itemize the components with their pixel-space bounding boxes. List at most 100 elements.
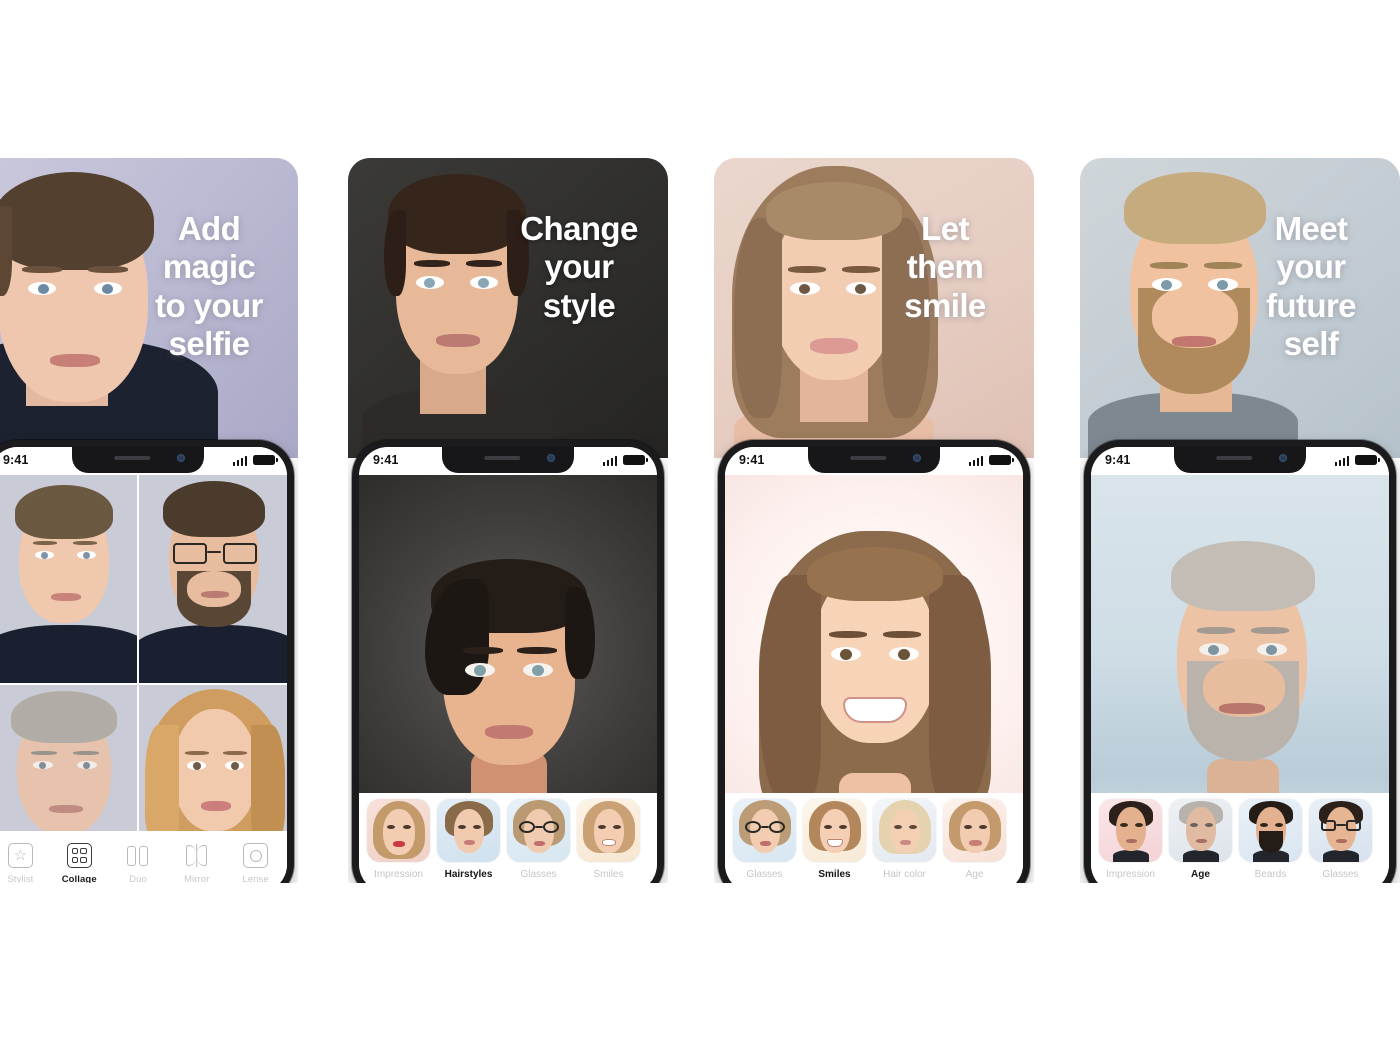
signal-bars-icon: [1334, 456, 1349, 466]
grid-four-icon: [66, 843, 92, 868]
phone-screen-1: 9:41 ☆ Stylist Collage Duo Mirror Lense: [0, 447, 287, 883]
carousel-item-hairstyles[interactable]: Hairstyles: [437, 799, 500, 880]
app-canvas-3[interactable]: Glasses Smiles Hair color Age: [725, 475, 1023, 883]
hero-artwork-1: Add magic to your selfie: [0, 158, 298, 458]
notch-3: [808, 447, 940, 473]
store-panel-meet-future-self: Meet your future self 9:41 Impression Ag…: [1080, 158, 1400, 883]
carousel-label-glasses: Glasses: [1322, 869, 1359, 880]
carousel-label-beards: Beards: [1254, 869, 1287, 880]
tagline-3: Let them smile: [904, 210, 986, 324]
collage-cell-glasses-beard[interactable]: [139, 475, 287, 683]
carousel-label-hairstyles: Hairstyles: [444, 869, 493, 880]
tab-mirror[interactable]: Mirror: [167, 843, 226, 883]
battery-full-icon: [1355, 455, 1380, 465]
carousel-thumb-beards[interactable]: [1239, 799, 1302, 862]
carousel-item-age[interactable]: Age: [943, 799, 1006, 880]
editor-tabbar[interactable]: ☆ Stylist Collage Duo Mirror Lense: [0, 831, 287, 883]
signal-bars-icon: [602, 456, 617, 466]
style-carousel-smiles[interactable]: Glasses Smiles Hair color Age: [725, 793, 1023, 883]
carousel-thumb-age[interactable]: [943, 799, 1006, 862]
earpiece-speaker-icon: [1216, 456, 1253, 460]
phone-mock-4: 9:41 Impression Age Beards Glasses: [1084, 440, 1396, 883]
glasses-icon: [1321, 820, 1361, 832]
carousel-thumb-hairstyles[interactable]: [437, 799, 500, 862]
tab-stylist[interactable]: ☆ Stylist: [0, 843, 50, 883]
carousel-item-glasses[interactable]: Glasses: [507, 799, 570, 880]
phone-mock-3: 9:41 Glasses Smiles Hair color Age: [718, 440, 1030, 883]
carousel-thumb-smiles[interactable]: [803, 799, 866, 862]
carousel-item-smiles[interactable]: Smiles: [803, 799, 866, 880]
carousel-thumb-glasses[interactable]: [733, 799, 796, 862]
mirror-icon: [184, 843, 209, 868]
carousel-item-glasses[interactable]: Glasses: [733, 799, 796, 880]
front-camera-icon: [177, 454, 185, 462]
status-time: 9:41: [739, 453, 765, 467]
carousel-label-smiles: Smiles: [593, 869, 624, 880]
carousel-item-age[interactable]: Age: [1169, 799, 1232, 880]
smile-mouth: [843, 697, 907, 723]
tab-duo[interactable]: Duo: [109, 843, 168, 883]
carousel-label-glasses: Glasses: [746, 869, 783, 880]
carousel-item-impression[interactable]: Impression: [367, 799, 430, 880]
carousel-label-impression: Impression: [1106, 869, 1155, 880]
hero-artwork-2: Change your style: [348, 158, 668, 458]
style-carousel-age[interactable]: Impression Age Beards Glasses: [1091, 793, 1389, 883]
carousel-item-hair-color[interactable]: Hair color: [873, 799, 936, 880]
carousel-thumb-hair-color[interactable]: [873, 799, 936, 862]
tab-collage[interactable]: Collage: [50, 843, 109, 883]
status-bar-3: 9:41: [725, 447, 1023, 475]
tagline-2: Change your style: [520, 210, 638, 324]
signal-bars-icon: [232, 456, 247, 466]
battery-full-icon: [253, 455, 278, 465]
carousel-thumb-age[interactable]: [1169, 799, 1232, 862]
hero-artwork-4: Meet your future self: [1080, 158, 1400, 458]
tagline-1: Add magic to your selfie: [155, 210, 263, 362]
phone-screen-4: 9:41 Impression Age Beards Glasses: [1091, 447, 1389, 883]
status-bar-4: 9:41: [1091, 447, 1389, 475]
app-canvas-4[interactable]: Impression Age Beards Glasses: [1091, 475, 1389, 883]
phone-screen-3: 9:41 Glasses Smiles Hair color Age: [725, 447, 1023, 883]
status-time: 9:41: [373, 453, 399, 467]
lens-circle-icon: [243, 843, 269, 868]
app-canvas-1[interactable]: ☆ Stylist Collage Duo Mirror Lense: [0, 475, 287, 883]
carousel-label-hair-color: Hair color: [883, 869, 926, 880]
carousel-item-beards[interactable]: Beards: [1239, 799, 1302, 880]
status-bar-1: 9:41: [0, 447, 287, 475]
front-camera-icon: [547, 454, 555, 462]
battery-full-icon: [989, 455, 1014, 465]
tab-label-mirror: Mirror: [184, 874, 210, 883]
carousel-thumb-impression[interactable]: [1099, 799, 1162, 862]
carousel-item-glasses[interactable]: Glasses: [1309, 799, 1372, 880]
carousel-label-smiles: Smiles: [818, 869, 851, 880]
beard-shape: [1259, 831, 1283, 853]
front-camera-icon: [913, 454, 921, 462]
tab-lense[interactable]: Lense: [226, 843, 285, 883]
two-panels-icon: [125, 843, 150, 868]
carousel-item-smiles[interactable]: Smiles: [577, 799, 640, 880]
carousel-thumb-impression[interactable]: [367, 799, 430, 862]
carousel-thumb-smiles[interactable]: [577, 799, 640, 862]
earpiece-speaker-icon: [850, 456, 887, 460]
app-canvas-2[interactable]: Impression Hairstyles Glasses Smiles: [359, 475, 657, 883]
style-carousel-hairstyles[interactable]: Impression Hairstyles Glasses Smiles: [359, 793, 657, 883]
notch-4: [1174, 447, 1306, 473]
collage-cell-young-man[interactable]: [0, 475, 137, 683]
collage-grid[interactable]: [0, 475, 287, 883]
signal-bars-icon: [968, 456, 983, 466]
carousel-label-impression: Impression: [374, 869, 423, 880]
screenshot-stage: Add magic to your selfie 9:41 ☆ Stylist …: [0, 0, 1400, 1050]
phone-mock-2: 9:41 Impression Hairstyles Glasses Smile…: [352, 440, 664, 883]
phone-mock-1: 9:41 ☆ Stylist Collage Duo Mirror Lense: [0, 440, 294, 883]
notch-1: [72, 447, 204, 473]
store-panel-let-them-smile: Let them smile 9:41 Glasses Smiles Hair …: [714, 158, 1034, 883]
carousel-label-age: Age: [965, 869, 984, 880]
tagline-4: Meet your future self: [1266, 210, 1356, 362]
front-camera-icon: [1279, 454, 1287, 462]
carousel-thumb-glasses[interactable]: [507, 799, 570, 862]
carousel-item-impression[interactable]: Impression: [1099, 799, 1162, 880]
status-bar-2: 9:41: [359, 447, 657, 475]
carousel-thumb-glasses[interactable]: [1309, 799, 1372, 862]
glasses-icon: [519, 821, 559, 834]
glasses-icon: [745, 821, 785, 834]
status-indicators-2: [602, 455, 648, 466]
